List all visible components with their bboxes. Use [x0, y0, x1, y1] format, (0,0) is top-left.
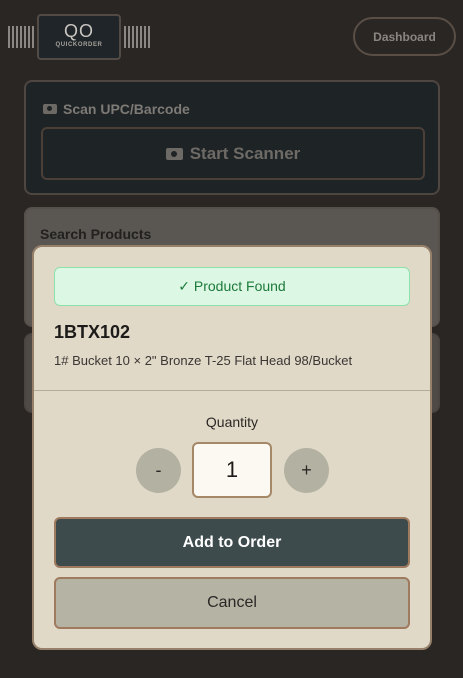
scan-barcode-card: Scan UPC/Barcode Start Scanner [24, 80, 440, 195]
logo-subtext: QUICKORDER [55, 42, 103, 48]
decrement-button[interactable]: - [136, 448, 181, 493]
quantity-label: Quantity [205, 414, 259, 430]
product-found-banner: ✓ Product Found [54, 267, 410, 306]
scan-title-label: Scan UPC/Barcode [63, 101, 190, 117]
camera-icon [43, 104, 57, 114]
quantity-stepper: - + [136, 442, 329, 498]
start-scanner-button[interactable]: Start Scanner [41, 127, 425, 180]
barcode-decoration-right [124, 26, 150, 48]
logo-text: QO [63, 21, 94, 41]
quantity-input[interactable] [192, 442, 272, 498]
app-header: QO QUICKORDER Dashboard [0, 0, 463, 76]
camera-icon [165, 147, 183, 160]
product-sku: 1BTX102 [54, 322, 131, 342]
quickorder-logo[interactable]: QO QUICKORDER [37, 14, 121, 60]
cancel-button[interactable]: Cancel [54, 577, 410, 629]
barcode-decoration-left [8, 26, 34, 48]
search-title: Search Products [40, 226, 152, 242]
add-to-order-button[interactable]: Add to Order [54, 517, 410, 568]
divider [34, 390, 430, 391]
dashboard-button[interactable]: Dashboard [353, 17, 456, 56]
product-description: 1# Bucket 10 × 2" Bronze T-25 Flat Head … [54, 353, 353, 368]
increment-button[interactable]: + [284, 448, 329, 493]
start-scanner-label: Start Scanner [189, 143, 301, 163]
scan-title: Scan UPC/Barcode [43, 101, 190, 117]
product-found-modal: ✓ Product Found 1BTX102 1# Bucket 10 × 2… [32, 245, 432, 650]
